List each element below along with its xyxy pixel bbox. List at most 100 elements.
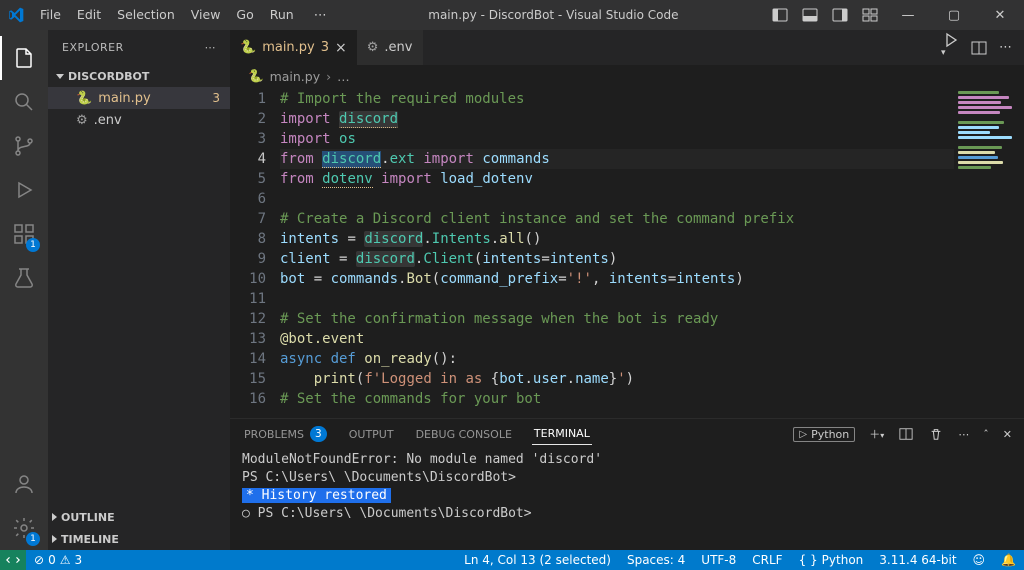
settings-badge: 1 (26, 532, 40, 546)
remote-indicator[interactable] (0, 550, 26, 570)
editor-tab[interactable]: ⚙ .env (357, 30, 423, 65)
outline-label: OUTLINE (61, 511, 115, 524)
panel-left-icon[interactable] (772, 7, 788, 23)
search-icon (12, 90, 36, 114)
play-bug-icon (12, 178, 36, 202)
activity-source-control[interactable] (0, 124, 48, 168)
panel-tabs: PROBLEMS 3 OUTPUT DEBUG CONSOLE TERMINAL… (230, 419, 1024, 449)
terminal-interpreter-selector[interactable]: ▷Python (793, 427, 855, 442)
code-content[interactable]: # Import the required modulesimport disc… (280, 87, 1024, 418)
editor-more-icon[interactable]: ⋯ (999, 40, 1012, 55)
status-lang[interactable]: { } Python (791, 553, 872, 567)
line-gutter: 12345678910111213141516 (230, 87, 280, 418)
chevron-down-icon (56, 74, 64, 79)
status-interpreter[interactable]: 3.11.4 64-bit (871, 553, 964, 567)
explorer-root-folder[interactable]: DISCORDBOT (48, 65, 230, 87)
file-name: .env (94, 113, 122, 128)
panel-more-icon[interactable]: ⋯ (958, 428, 969, 441)
close-button[interactable]: ✕ (984, 0, 1016, 30)
menu-selection[interactable]: Selection (109, 3, 183, 26)
outline-section[interactable]: OUTLINE (48, 506, 230, 528)
chevron-right-icon (52, 513, 57, 521)
run-button[interactable]: ▾ (943, 32, 959, 63)
warning-icon: ⚠ (60, 553, 71, 567)
status-cursor[interactable]: Ln 4, Col 13 (2 selected) (456, 553, 619, 567)
terminal-content[interactable]: ModuleNotFoundError: No module named 'di… (230, 449, 1024, 550)
panel-tab-output[interactable]: OUTPUT (347, 424, 396, 445)
menu-view[interactable]: View (183, 3, 229, 26)
explorer-header: EXPLORER ⋯ (48, 30, 230, 65)
minimap[interactable] (954, 87, 1024, 347)
python-file-icon: 🐍 (76, 91, 92, 106)
split-editor-icon[interactable] (971, 40, 987, 56)
maximize-button[interactable]: ▢ (938, 0, 970, 30)
activity-search[interactable] (0, 80, 48, 124)
kill-terminal-icon[interactable] (928, 426, 944, 442)
root-folder-label: DISCORDBOT (68, 70, 149, 83)
customize-layout-icon[interactable] (862, 7, 878, 23)
error-icon: ⊘ (34, 553, 44, 567)
explorer-file[interactable]: 🐍 main.py 3 (48, 87, 230, 109)
explorer-more-icon[interactable]: ⋯ (205, 41, 217, 54)
split-terminal-icon[interactable] (898, 426, 914, 442)
extensions-badge: 1 (26, 238, 40, 252)
tab-label: .env (384, 40, 412, 55)
tab-label: main.py (262, 40, 315, 55)
window-controls: — ▢ ✕ (892, 0, 1016, 30)
activity-extensions[interactable]: 1 (0, 212, 48, 256)
editor-tab[interactable]: 🐍main.py3× (230, 30, 357, 65)
activity-bar: 1 1 (0, 30, 48, 550)
activity-settings[interactable]: 1 (0, 506, 48, 550)
explorer-file[interactable]: ⚙ .env (48, 109, 230, 131)
chevron-right-icon (52, 535, 57, 543)
terminal-history-restored: * History restored (242, 488, 391, 503)
menu-file[interactable]: File (32, 3, 69, 26)
menu-overflow-icon[interactable]: ⋯ (306, 4, 335, 27)
code-editor[interactable]: 12345678910111213141516 # Import the req… (230, 87, 1024, 418)
gear-file-icon: ⚙ (367, 40, 379, 55)
file-badge: 3 (212, 91, 220, 105)
panel-tab-debug[interactable]: DEBUG CONSOLE (414, 424, 514, 445)
branch-icon (12, 134, 36, 158)
status-bar: ⊘0 ⚠3 Ln 4, Col 13 (2 selected) Spaces: … (0, 550, 1024, 570)
activity-testing[interactable] (0, 256, 48, 300)
status-errors[interactable]: ⊘0 ⚠3 (26, 553, 90, 567)
panel-close-icon[interactable]: ✕ (1003, 428, 1012, 441)
status-bell-icon[interactable]: 🔔 (993, 553, 1024, 567)
account-icon (12, 472, 36, 496)
window-title: main.py - DiscordBot - Visual Studio Cod… (339, 8, 768, 22)
file-name: main.py (98, 91, 151, 106)
title-bar: FileEditSelectionViewGoRun ⋯ main.py - D… (0, 0, 1024, 30)
menu-bar: FileEditSelectionViewGoRun (32, 7, 302, 23)
menu-edit[interactable]: Edit (69, 3, 109, 26)
status-spaces[interactable]: Spaces: 4 (619, 553, 693, 567)
problems-label: PROBLEMS (244, 428, 304, 441)
breadcrumb[interactable]: 🐍 main.py › … (230, 65, 1024, 87)
panel-bottom-icon[interactable] (802, 7, 818, 23)
layout-controls (772, 7, 878, 23)
breadcrumb-more: … (337, 69, 350, 84)
close-tab-icon[interactable]: × (335, 40, 347, 56)
beaker-icon (12, 266, 36, 290)
panel-right-icon[interactable] (832, 7, 848, 23)
panel-tab-problems[interactable]: PROBLEMS 3 (242, 422, 329, 446)
status-encoding[interactable]: UTF-8 (693, 553, 744, 567)
activity-debug[interactable] (0, 168, 48, 212)
status-feedback-icon[interactable]: ☺ (965, 553, 994, 567)
activity-account[interactable] (0, 462, 48, 506)
panel-maximize-icon[interactable]: ˆ (983, 428, 989, 441)
panel-tab-terminal[interactable]: TERMINAL (532, 423, 592, 445)
vscode-logo-icon (8, 7, 24, 23)
minimize-button[interactable]: — (892, 0, 924, 30)
status-eol[interactable]: CRLF (744, 553, 790, 567)
new-terminal-button[interactable]: ＋▾ (869, 426, 884, 442)
breadcrumb-file: main.py (270, 69, 321, 84)
gear-file-icon: ⚙ (76, 113, 88, 128)
menu-go[interactable]: Go (228, 3, 261, 26)
explorer-title: EXPLORER (62, 41, 124, 54)
activity-explorer[interactable] (0, 36, 48, 80)
tab-badge: 3 (321, 40, 329, 55)
editor-tabs: 🐍main.py3×⚙.env ▾ ⋯ (230, 30, 1024, 65)
timeline-section[interactable]: TIMELINE (48, 528, 230, 550)
menu-run[interactable]: Run (262, 3, 302, 26)
